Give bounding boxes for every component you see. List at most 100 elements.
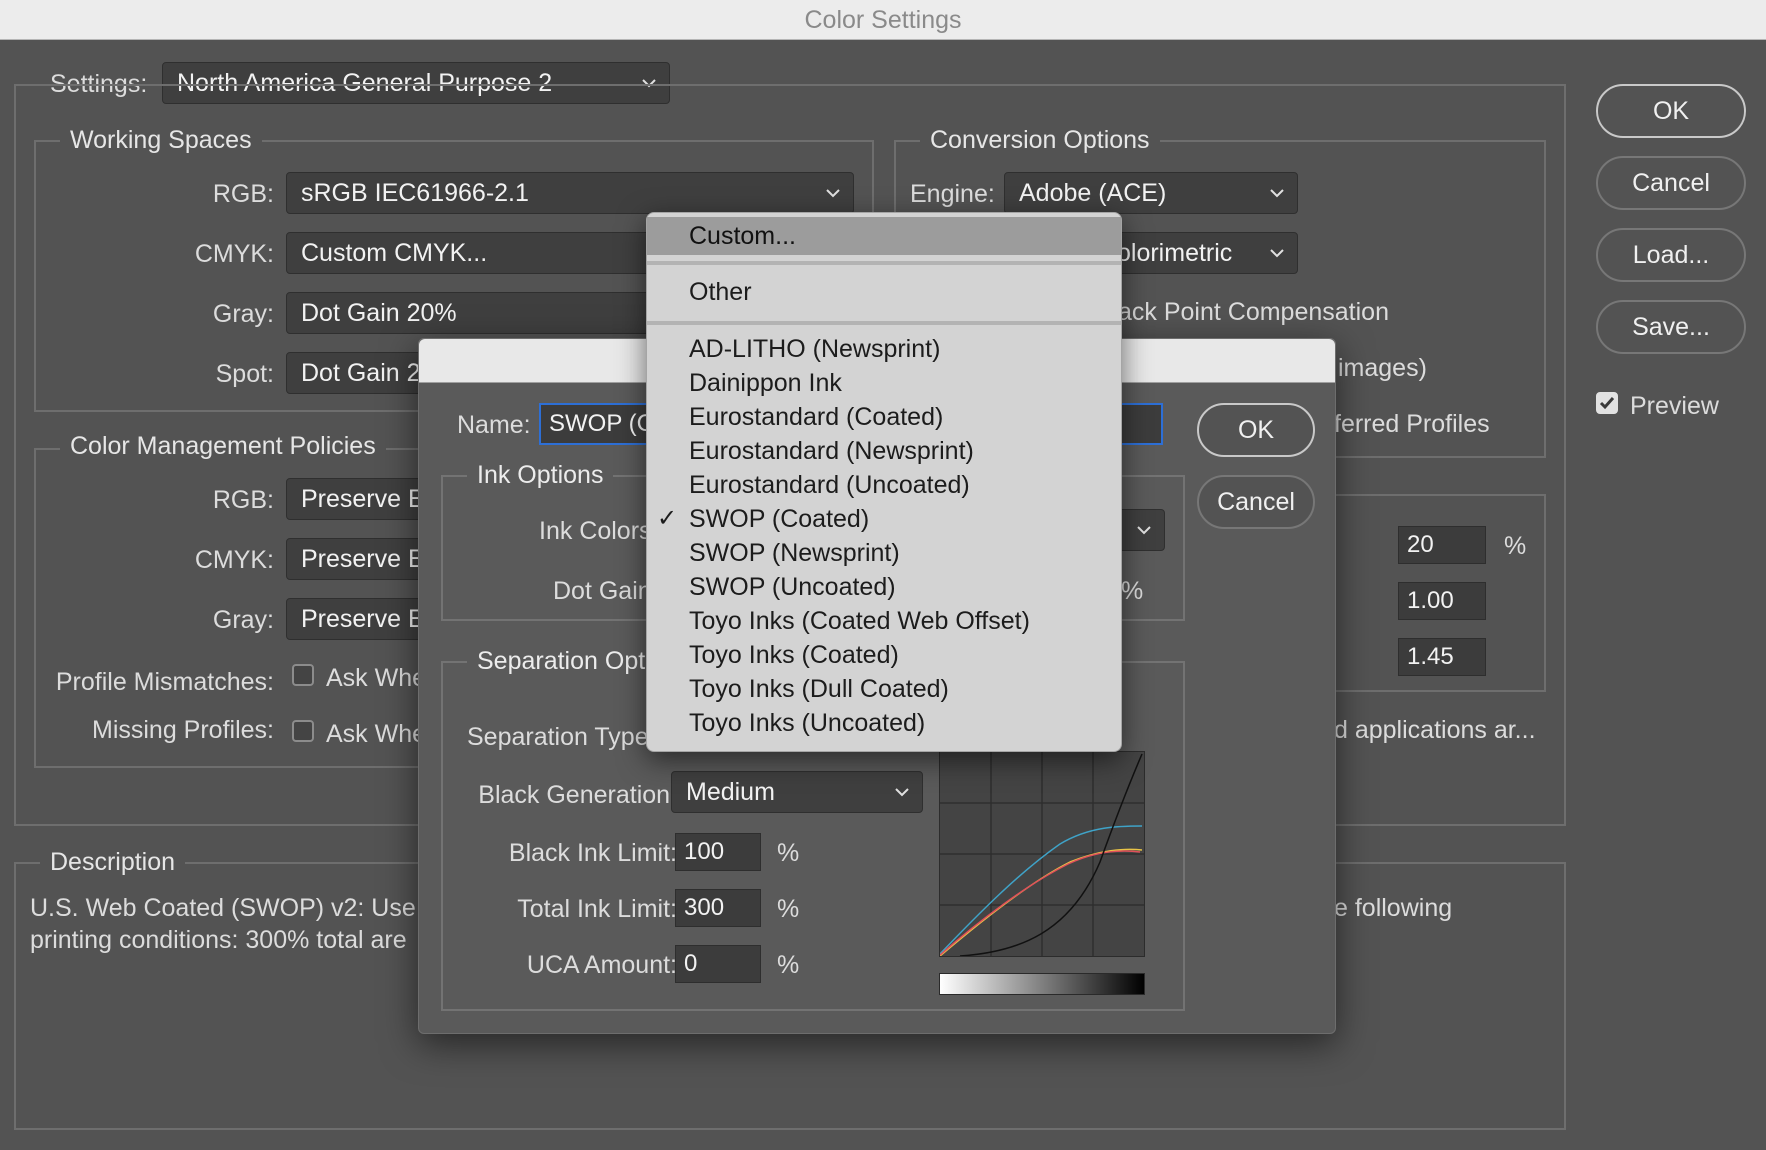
blend-text-field[interactable]: 1.45 xyxy=(1398,638,1486,676)
uca-amount-input[interactable]: 0 xyxy=(675,945,761,983)
ws-rgb-select[interactable]: sRGB IEC61966-2.1 xyxy=(286,172,854,214)
window-title: Color Settings xyxy=(0,0,1766,40)
mismatch-ask-checkbox[interactable] xyxy=(292,664,314,686)
menu-item-label: Eurostandard (Coated) xyxy=(689,403,944,431)
menu-item-label: SWOP (Newsprint) xyxy=(689,539,900,567)
menu-item-custom[interactable]: Custom... xyxy=(647,217,1121,255)
dot-gain-label: Dot Gain xyxy=(553,577,652,605)
blend-gamma-field[interactable]: 1.00 xyxy=(1398,582,1486,620)
uca-amount-unit: % xyxy=(777,951,800,979)
ink-options-legend: Ink Options xyxy=(467,461,614,490)
ink-colors-label: Ink Colors xyxy=(539,517,652,545)
separation-curves-svg xyxy=(939,752,1144,957)
menu-item-label: Eurostandard (Newsprint) xyxy=(689,437,974,465)
ws-rgb-value: sRGB IEC61966-2.1 xyxy=(301,179,529,207)
description-line-1-right: e following xyxy=(1334,894,1453,922)
policy-gray-value: Preserve E xyxy=(301,605,425,633)
dialog-name-label: Name: xyxy=(457,411,531,439)
ok-button[interactable]: OK xyxy=(1596,84,1746,138)
missing-ask-checkbox[interactable] xyxy=(292,720,314,742)
dither-label: images) xyxy=(1338,354,1427,382)
menu-item-label: Toyo Inks (Coated Web Offset) xyxy=(689,607,1030,635)
menu-item-euro-coated[interactable]: Eurostandard (Coated) xyxy=(647,400,1121,434)
desaturate-field[interactable]: 20 xyxy=(1398,526,1486,564)
separation-curve-graph xyxy=(939,751,1145,957)
menu-item-toyo-coated[interactable]: Toyo Inks (Coated) xyxy=(647,638,1121,672)
policy-cmyk-value: Preserve E xyxy=(301,545,425,573)
menu-item-dainippon[interactable]: Dainippon Ink xyxy=(647,366,1121,400)
dot-gain-unit: % xyxy=(1121,577,1144,605)
description-line-2: printing conditions: 300% total are xyxy=(30,926,407,954)
menu-separator xyxy=(647,321,1121,325)
menu-item-label: AD-LITHO (Newsprint) xyxy=(689,335,941,363)
cyan-curve xyxy=(939,825,1143,955)
menu-item-euro-uncoated[interactable]: Eurostandard (Uncoated) xyxy=(647,468,1121,502)
ws-gray-label: Gray: xyxy=(212,300,274,328)
working-spaces-legend: Working Spaces xyxy=(60,126,262,155)
menu-item-ad-litho[interactable]: AD-LITHO (Newsprint) xyxy=(647,332,1121,366)
checkmark-icon: ✓ xyxy=(657,505,678,532)
checkmark-icon xyxy=(1599,397,1615,410)
menu-item-euro-newsprint[interactable]: Eurostandard (Newsprint) xyxy=(647,434,1121,468)
chevron-down-icon xyxy=(1136,510,1152,550)
menu-item-label: Custom... xyxy=(689,222,796,250)
advanced-note: d applications ar... xyxy=(1334,716,1536,744)
policy-cmyk-label: CMYK: xyxy=(194,546,274,574)
description-line-1: U.S. Web Coated (SWOP) v2: Use xyxy=(30,894,416,922)
menu-item-label: Toyo Inks (Dull Coated) xyxy=(689,675,949,703)
bpc-label: ack Point Compensation xyxy=(1118,298,1389,326)
dialog-name-value: SWOP (C xyxy=(549,410,654,437)
engine-value: Adobe (ACE) xyxy=(1019,179,1167,207)
save-button[interactable]: Save... xyxy=(1596,300,1746,354)
menu-item-label: Other xyxy=(689,278,752,306)
policy-rgb-value: Preserve E xyxy=(301,485,425,513)
black-ink-limit-unit: % xyxy=(777,839,800,867)
chevron-down-icon xyxy=(1269,173,1285,213)
dialog-ok-button[interactable]: OK xyxy=(1197,403,1315,457)
black-ink-limit-input[interactable]: 100 xyxy=(675,833,761,871)
ws-cmyk-label: CMYK: xyxy=(194,240,274,268)
uca-amount-label: UCA Amount: xyxy=(526,951,677,979)
total-ink-limit-unit: % xyxy=(777,895,800,923)
menu-item-label: SWOP (Uncoated) xyxy=(689,573,896,601)
black-generation-select[interactable]: Medium xyxy=(671,771,923,813)
black-generation-value: Medium xyxy=(686,778,775,806)
engine-label: Engine: xyxy=(910,180,995,208)
scene-profiles-label: ferred Profiles xyxy=(1334,410,1490,438)
missing-profiles-label: Missing Profiles: xyxy=(92,716,274,744)
menu-item-toyo-dull-coated[interactable]: Toyo Inks (Dull Coated) xyxy=(647,672,1121,706)
menu-item-toyo-uncoated[interactable]: Toyo Inks (Uncoated) xyxy=(647,706,1121,740)
menu-item-other[interactable]: Other xyxy=(647,275,1121,309)
menu-item-swop-newsprint[interactable]: SWOP (Newsprint) xyxy=(647,536,1121,570)
gray-ramp xyxy=(939,973,1145,995)
mismatch-ask-label: Ask Whe xyxy=(326,664,427,692)
chevron-down-icon xyxy=(1269,233,1285,273)
intent-value: olorimetric xyxy=(1117,239,1233,267)
black-curve xyxy=(959,753,1143,957)
desaturate-unit: % xyxy=(1504,532,1527,560)
engine-select[interactable]: Adobe (ACE) xyxy=(1004,172,1298,214)
ws-cmyk-value: Custom CMYK... xyxy=(301,239,488,267)
menu-item-label: Toyo Inks (Coated) xyxy=(689,641,899,669)
ws-rgb-label: RGB: xyxy=(212,180,274,208)
menu-item-label: Eurostandard (Uncoated) xyxy=(689,471,970,499)
ws-gray-value: Dot Gain 20% xyxy=(301,299,457,327)
menu-item-toyo-web-offset[interactable]: Toyo Inks (Coated Web Offset) xyxy=(647,604,1121,638)
chevron-down-icon xyxy=(825,173,841,213)
load-button[interactable]: Load... xyxy=(1596,228,1746,282)
ink-colors-menu: Custom... Other AD-LITHO (Newsprint) Dai… xyxy=(646,212,1122,752)
menu-item-swop-uncoated[interactable]: SWOP (Uncoated) xyxy=(647,570,1121,604)
total-ink-limit-input[interactable]: 300 xyxy=(675,889,761,927)
black-ink-limit-label: Black Ink Limit: xyxy=(508,839,677,867)
description-legend: Description xyxy=(40,848,186,877)
menu-item-label: Toyo Inks (Uncoated) xyxy=(689,709,926,737)
dialog-cancel-button[interactable]: Cancel xyxy=(1197,475,1315,529)
policy-rgb-label: RGB: xyxy=(212,486,274,514)
menu-item-swop-coated[interactable]: ✓ SWOP (Coated) xyxy=(647,502,1121,536)
preview-checkbox[interactable] xyxy=(1596,392,1618,414)
ws-spot-value: Dot Gain 2 xyxy=(301,359,421,387)
separation-type-label: Separation Type xyxy=(467,723,649,751)
chevron-down-icon xyxy=(894,772,910,812)
cancel-button[interactable]: Cancel xyxy=(1596,156,1746,210)
preview-label: Preview xyxy=(1630,392,1719,420)
